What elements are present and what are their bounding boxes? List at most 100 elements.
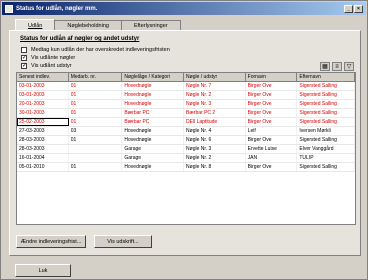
checkbox-show-keys[interactable]: ✓ (21, 55, 27, 61)
table-cell: Garage (122, 145, 185, 153)
table-cell: Hovednøgle (122, 136, 185, 144)
title-bar: Status for udlån, nøgler mm. _ × (2, 2, 366, 15)
option-label: Medtag kun udlån der har overskredet ind… (31, 47, 170, 53)
table-cell: Birger Ove (246, 136, 298, 144)
table-cell: Hovednøgle (122, 100, 185, 108)
grid-view-icon[interactable]: ▦ (320, 62, 330, 71)
tab-strip: Udlån Nøglebeholdning Efterlysninger (15, 19, 181, 31)
table-cell: 03 (69, 127, 123, 135)
table-cell: Birger Ove (246, 118, 298, 126)
table-cell: Elver Vanggård (297, 145, 355, 153)
minimize-button[interactable]: _ (344, 4, 353, 13)
table-cell: 03-01-2003 (17, 91, 69, 99)
table-cell: Nøgle Nr. 3 (184, 100, 246, 108)
table-cell: 25-02-2003 (17, 118, 69, 126)
close-button[interactable]: Luk (15, 264, 71, 277)
table-cell: Garage (122, 154, 185, 162)
table-cell: Leif (246, 127, 298, 135)
table-row[interactable]: 05-01-2010 01 Hovednøgle Nøgle Nr. 8 Birger … (17, 163, 355, 172)
table-cell: Sigersted Salling (297, 109, 355, 117)
app-icon (5, 4, 13, 13)
option-show-equipment[interactable]: ✓ Vis udlånt udstyr (21, 63, 72, 69)
loan-table[interactable]: Senest indlev. Medarb. nr. Nøglelåge / K… (16, 72, 356, 225)
status-window: Status for udlån, nøgler mm. _ × Udlån N… (0, 0, 368, 280)
table-cell: Birger Ove (246, 100, 298, 108)
table-cell: 05-01-2010 (17, 163, 69, 171)
table-cell: 01 (69, 109, 123, 117)
table-body: 03-01-2003 01 Hovednøgle Nøgle Nr. 7 Birger … (17, 82, 355, 172)
table-cell: 28-03-2003 (17, 145, 69, 153)
table-cell: Iversen Mørkli (297, 127, 355, 135)
table-cell: 28-03-2003 (17, 136, 69, 144)
option-overdue-only[interactable]: Medtag kun udlån der har overskredet ind… (21, 47, 170, 53)
table-row[interactable]: 20-01-2003 01 Hovednøgle Nøgle Nr. 3 Birger … (17, 100, 355, 109)
table-cell: Bærbar PC (122, 118, 185, 126)
table-cell: Birger Ove (246, 82, 298, 90)
table-row[interactable]: 28-03-2003 01 Hovednøgle Nøgle Nr. 6 Birger … (17, 136, 355, 145)
window-title: Status for udlån, nøgler mm. (16, 5, 98, 12)
option-label: Vis udlånt udstyr (31, 63, 72, 69)
table-cell: 01 (69, 163, 123, 171)
table-row[interactable]: 28-03-2003 Garage Nøgle Nr. 3 Ervette Luise… (17, 145, 355, 154)
section-title: Status for udlån af nøgler og andet udst… (20, 36, 140, 42)
checkbox-overdue-only[interactable] (21, 47, 27, 53)
table-cell: 30-01-2003 (17, 109, 69, 117)
change-return-date-button[interactable]: Ændre indleveringsfrist... (16, 235, 86, 248)
table-cell: Birger Ove (246, 109, 298, 117)
table-cell: Hovednøgle (122, 127, 185, 135)
column-header[interactable]: Efternavn (297, 73, 355, 81)
table-cell: 27-03-2003 (17, 127, 69, 135)
table-cell: Sigersted Salling (297, 163, 355, 171)
table-header: Senest indlev. Medarb. nr. Nøglelåge / K… (17, 73, 355, 82)
column-header[interactable]: Fornavn (246, 73, 298, 81)
table-row[interactable]: 03-01-2003 01 Hovednøgle Nøgle Nr. 7 Birger … (17, 82, 355, 91)
table-cell: Hovednøgle (122, 82, 185, 90)
table-cell: Sigersted Salling (297, 100, 355, 108)
show-printout-button[interactable]: Vis udskrift... (94, 235, 152, 248)
table-cell: Nøgle Nr. 4 (184, 127, 246, 135)
column-header[interactable]: Nøglelåge / Kategori (122, 73, 185, 81)
table-cell: 01 (69, 82, 123, 90)
table-cell: Sigersted Salling (297, 91, 355, 99)
table-row[interactable]: 27-03-2003 03 Hovednøgle Nøgle Nr. 4 Leif Ive… (17, 127, 355, 136)
table-cell: Birger Ove (246, 91, 298, 99)
table-cell: Bærbar PC (122, 109, 185, 117)
table-cell: DEll Laptitude (184, 118, 246, 126)
table-cell: TULIP (297, 154, 355, 162)
view-toolbar: ▦ ≡ ▽ (320, 62, 354, 71)
table-cell: Bærbar PC 2 (184, 109, 246, 117)
table-cell: Sigersted Salling (297, 136, 355, 144)
table-cell: 01 (69, 100, 123, 108)
table-cell: 01 (69, 91, 123, 99)
table-cell: Nøgle Nr. 3 (184, 145, 246, 153)
table-cell: JAN (246, 154, 298, 162)
table-cell (69, 154, 123, 162)
option-label: Vis udlånte nøgler (31, 55, 76, 61)
table-cell (69, 145, 123, 153)
table-row[interactable]: 16-01-2004 Garage Nøgle Nr. 2 JAN TULIP (17, 154, 355, 163)
table-cell: Nøgle Nr. 2 (184, 91, 246, 99)
filter-icon[interactable]: ▽ (344, 62, 354, 71)
table-cell: 01 (69, 136, 123, 144)
table-cell: 16-01-2004 (17, 154, 69, 162)
table-cell: Nøgle Nr. 6 (184, 136, 246, 144)
column-header[interactable]: Nøgle / udstyr (184, 73, 246, 81)
checkbox-show-equipment[interactable]: ✓ (21, 63, 27, 69)
table-cell: Nøgle Nr. 7 (184, 82, 246, 90)
table-cell: 03-01-2003 (17, 82, 69, 90)
table-row[interactable]: 03-01-2003 01 Hovednøgle Nøgle Nr. 2 Birger … (17, 91, 355, 100)
table-cell: Hovednøgle (122, 163, 185, 171)
column-header[interactable]: Senest indlev. (17, 73, 69, 81)
list-view-icon[interactable]: ≡ (332, 62, 342, 71)
table-cell: Nøgle Nr. 2 (184, 154, 246, 162)
option-show-keys[interactable]: ✓ Vis udlånte nøgler (21, 55, 75, 61)
table-row[interactable]: 25-02-2003 01 Bærbar PC DEll Laptitude Birge… (17, 118, 355, 127)
close-window-button[interactable]: × (354, 4, 363, 13)
tab-panel: Status for udlån af nøgler og andet udst… (9, 30, 361, 256)
column-header[interactable]: Medarb. nr. (69, 73, 123, 81)
table-cell: Sigersted Salling (297, 118, 355, 126)
table-cell: Hovednøgle (122, 91, 185, 99)
table-cell: 01 (69, 118, 123, 126)
table-cell: Ervette Luise (246, 145, 298, 153)
table-row[interactable]: 30-01-2003 01 Bærbar PC Bærbar PC 2 Birger O… (17, 109, 355, 118)
